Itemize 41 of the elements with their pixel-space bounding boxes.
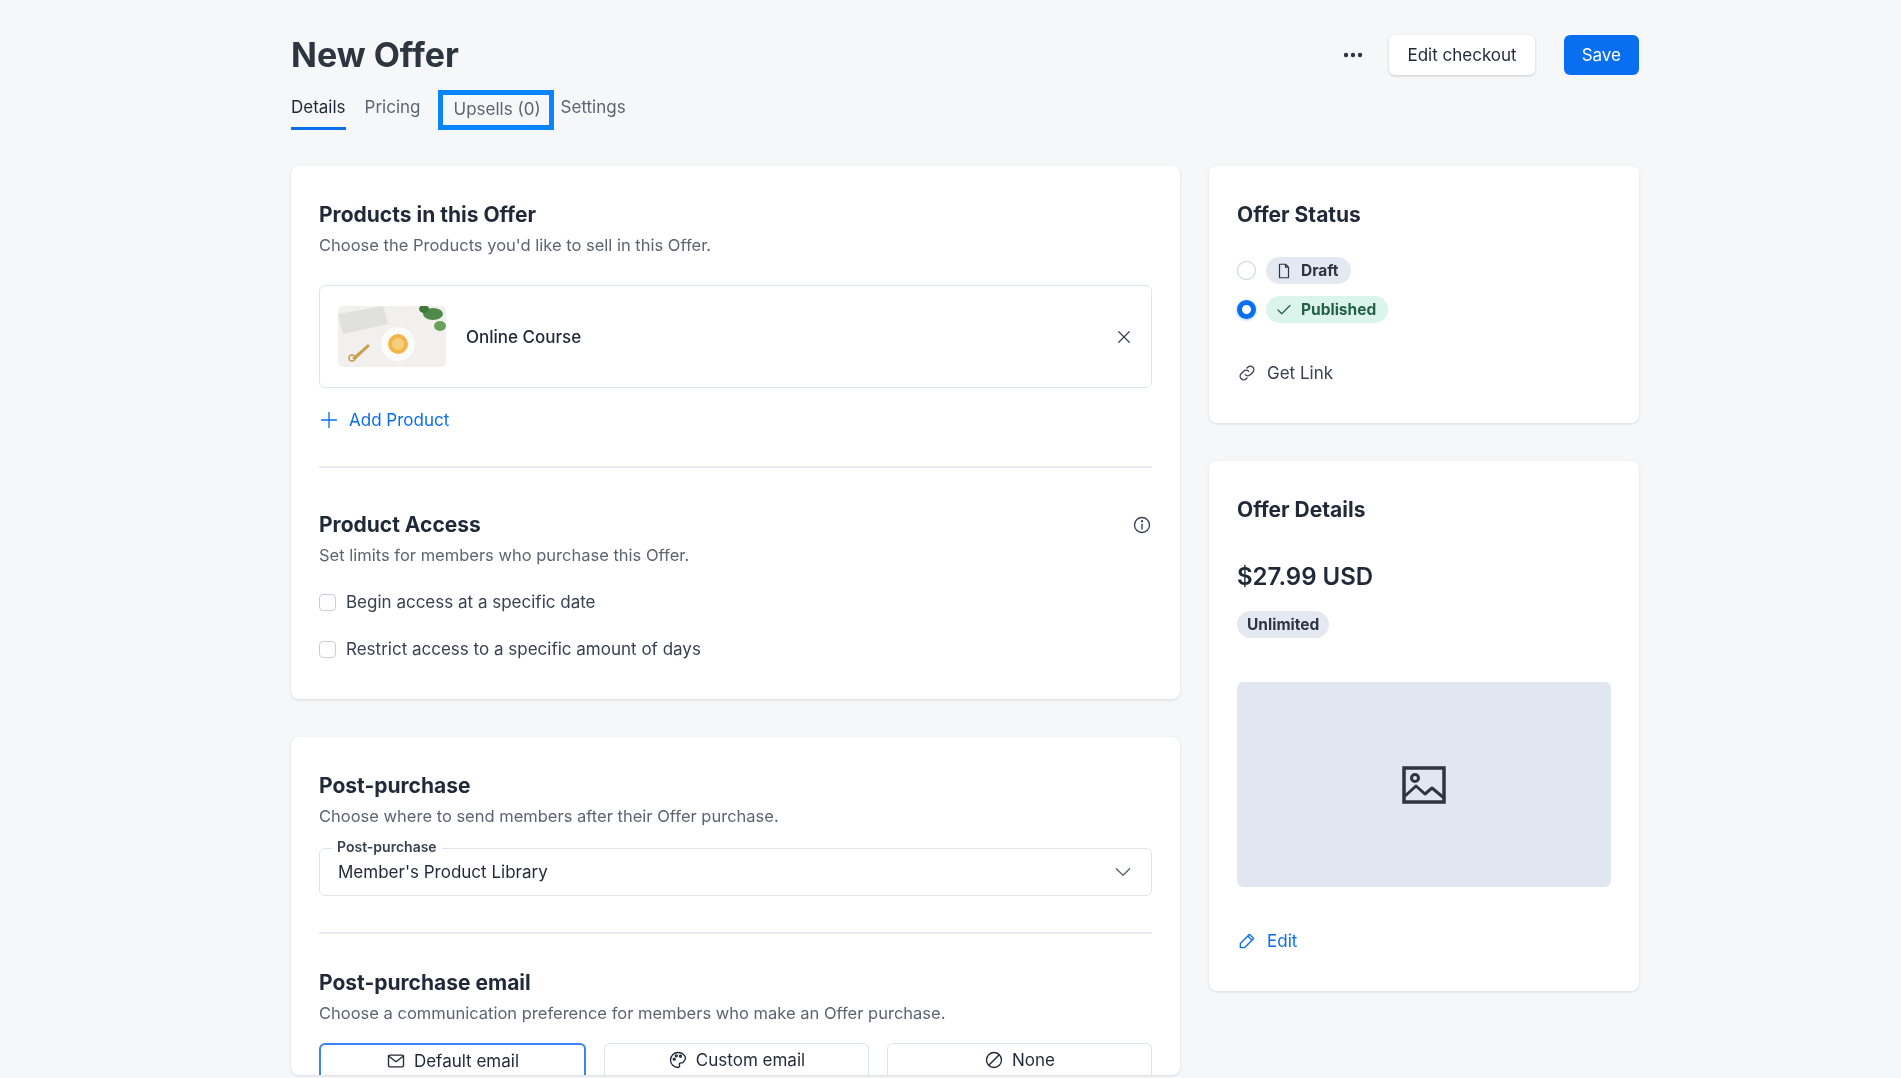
status-badge: Draft [1266, 257, 1351, 284]
product-name: Online Course [466, 326, 583, 347]
prohibited-icon [984, 1050, 1004, 1070]
pencil-icon [1237, 931, 1257, 951]
get-link[interactable]: Get Link [1267, 363, 1334, 383]
email-option[interactable]: Custom email [604, 1043, 869, 1075]
tab[interactable]: Settings [560, 89, 626, 130]
section-description: Choose where to send members after their Offer purchase. [319, 806, 780, 826]
tab[interactable]: Pricing [364, 89, 421, 130]
section-description: Set limits for members who purchase this Offer. [319, 545, 691, 565]
edit-link[interactable]: Edit [1267, 931, 1298, 951]
email-option[interactable]: Default email [319, 1043, 586, 1075]
info-icon [1132, 514, 1152, 535]
image-icon [1402, 765, 1446, 804]
section-heading: Post-purchase email [319, 970, 532, 995]
save-button[interactable]: Save [1563, 34, 1639, 75]
tab[interactable]: Upsells (0) [437, 90, 554, 130]
email-option[interactable]: None [887, 1043, 1152, 1075]
section-heading: Product Access [319, 512, 481, 537]
section-description: Choose the Products you'd like to sell in this Offer. [319, 235, 713, 255]
page-title: New Offer [291, 34, 460, 75]
tab[interactable]: Details [291, 89, 346, 130]
palette-icon [667, 1050, 688, 1070]
add-product-link[interactable]: Add Product [349, 410, 450, 430]
card-title: Offer Details [1237, 497, 1367, 522]
section-heading: Post-purchase [319, 773, 472, 798]
plus-icon [319, 410, 339, 430]
radio-button[interactable] [1237, 300, 1256, 319]
checkbox-label: Begin access at a specific date [346, 592, 596, 612]
more-icon[interactable] [1343, 51, 1364, 58]
checkbox[interactable] [319, 640, 336, 658]
access-badge: Unlimited [1237, 611, 1330, 638]
price: $27.99 USD [1237, 562, 1375, 591]
section-description: Choose a communication preference for members who make an Offer purchase. [319, 1003, 947, 1023]
status-badge: Published [1266, 296, 1389, 323]
section-heading: Products in this Offer [319, 202, 538, 227]
edit-checkout-button[interactable]: Edit checkout [1389, 34, 1535, 75]
link-icon [1237, 363, 1257, 383]
card-title: Offer Status [1237, 202, 1362, 227]
checkbox[interactable] [319, 593, 336, 611]
checkbox-label: Restrict access to a specific amount of days [346, 639, 701, 659]
